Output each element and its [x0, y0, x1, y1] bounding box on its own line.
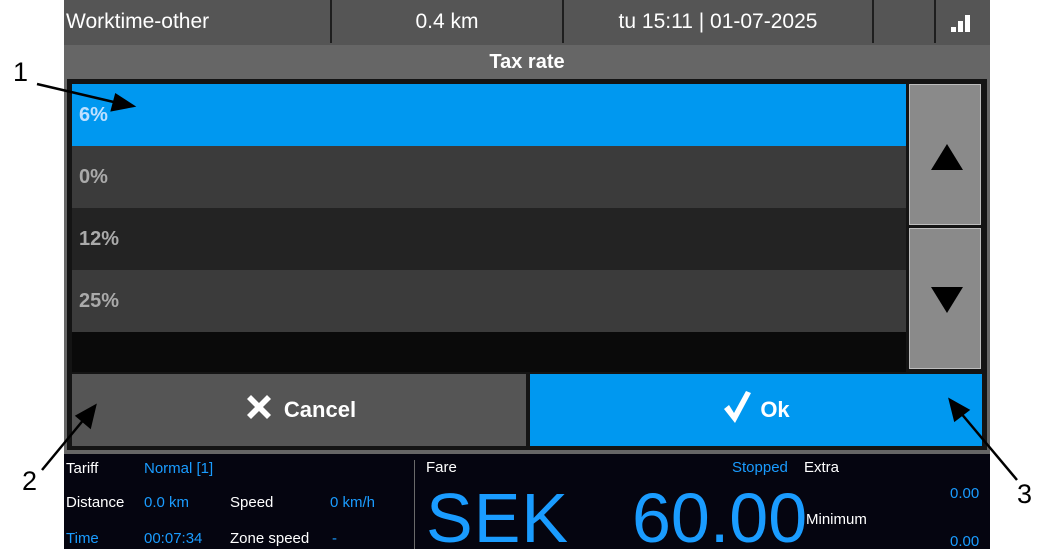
- callout-arrow-3: [959, 411, 1018, 481]
- callout-arrow-1-head: [110, 93, 137, 112]
- callout-arrows: [36, 82, 1018, 481]
- callout-arrow-1: [36, 82, 119, 105]
- callout-arrow-2: [41, 417, 86, 471]
